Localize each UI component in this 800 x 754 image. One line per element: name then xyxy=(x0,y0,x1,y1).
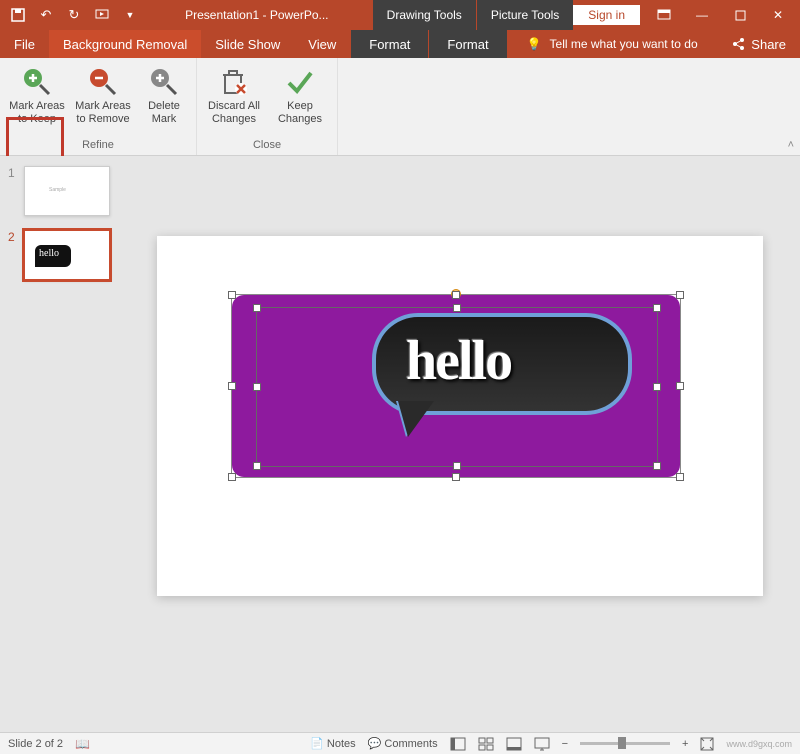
tell-me-label: Tell me what you want to do xyxy=(550,37,698,51)
keep-changes-button[interactable]: Keep Changes xyxy=(271,62,329,139)
slide-counter[interactable]: Slide 2 of 2 xyxy=(8,738,63,750)
crop-handle-tl[interactable] xyxy=(253,304,261,312)
reading-view-icon[interactable] xyxy=(506,737,522,751)
undo-icon[interactable]: ↶ xyxy=(34,3,58,27)
delete-mark-label: Delete Mark xyxy=(140,100,188,126)
zoom-out-button[interactable]: − xyxy=(562,738,568,750)
mark-areas-to-keep-button[interactable]: Mark Areas to Keep xyxy=(8,62,66,139)
watermark: www.d9gxq.com xyxy=(726,739,792,749)
maximize-button[interactable] xyxy=(726,4,754,26)
keep-icon xyxy=(284,66,316,98)
selection-handle-br[interactable] xyxy=(676,473,684,481)
crop-handle-t[interactable] xyxy=(453,304,461,312)
mark-remove-icon xyxy=(87,66,119,98)
picture-tools-header: Picture Tools xyxy=(477,0,573,30)
collapse-ribbon-icon[interactable]: ˄ xyxy=(788,139,794,151)
spellcheck-icon[interactable]: 📖 xyxy=(75,737,90,751)
tab-file[interactable]: File xyxy=(0,30,49,58)
ribbon-tabs: File Background Removal Slide Show View … xyxy=(0,30,800,58)
delete-mark-icon xyxy=(148,66,180,98)
quick-access-toolbar: ↶ ↻ ▼ xyxy=(0,3,142,27)
selection-handle-tr[interactable] xyxy=(676,291,684,299)
selection-handle-t[interactable] xyxy=(452,291,460,299)
mark-remove-label: Mark Areas to Remove xyxy=(74,100,132,126)
selection-handle-b[interactable] xyxy=(452,473,460,481)
tab-background-removal[interactable]: Background Removal xyxy=(49,30,201,58)
close-group-label: Close xyxy=(253,139,281,153)
selection-handle-bl[interactable] xyxy=(228,473,236,481)
start-slideshow-icon[interactable] xyxy=(90,3,114,27)
thumbnail-1[interactable]: 1 Sample xyxy=(8,166,112,216)
picture-selection[interactable]: hello xyxy=(231,294,681,478)
tab-format-drawing[interactable]: Format xyxy=(351,30,428,58)
crop-handle-r[interactable] xyxy=(653,383,661,391)
discard-icon xyxy=(218,66,250,98)
share-icon xyxy=(731,37,745,51)
thumbnail-1-number: 1 xyxy=(8,166,18,216)
slideshow-view-icon[interactable] xyxy=(534,737,550,751)
sign-in-button[interactable]: Sign in xyxy=(573,5,640,25)
workspace: 1 Sample 2 hello hello xyxy=(0,156,800,732)
mark-areas-to-remove-button[interactable]: Mark Areas to Remove xyxy=(74,62,132,139)
selection-handle-tl[interactable] xyxy=(228,291,236,299)
thumbnail-2[interactable]: 2 hello xyxy=(8,230,112,280)
contextual-tab-headers: Drawing Tools Picture Tools xyxy=(372,0,574,30)
selection-handle-r[interactable] xyxy=(676,382,684,390)
ribbon-group-close: Discard All Changes Keep Changes Close xyxy=(197,58,338,155)
status-bar: Slide 2 of 2 📖 📄 Notes 💬 Comments − + ww… xyxy=(0,732,800,754)
tell-me-search[interactable]: 💡 Tell me what you want to do xyxy=(527,30,698,58)
minimize-button[interactable]: — xyxy=(688,4,716,26)
normal-view-icon[interactable] xyxy=(450,737,466,751)
notes-button[interactable]: 📄 Notes xyxy=(310,737,356,750)
window-title: Presentation1 - PowerPo... xyxy=(142,8,372,22)
crop-handle-b[interactable] xyxy=(453,462,461,470)
tab-format-picture[interactable]: Format xyxy=(429,30,506,58)
tab-slide-show[interactable]: Slide Show xyxy=(201,30,294,58)
slide-thumbnails-panel[interactable]: 1 Sample 2 hello xyxy=(0,156,120,732)
crop-handle-tr[interactable] xyxy=(653,304,661,312)
share-button[interactable]: Share xyxy=(717,30,800,58)
slide[interactable]: hello xyxy=(157,236,763,596)
title-bar: ↶ ↻ ▼ Presentation1 - PowerPo... Drawing… xyxy=(0,0,800,30)
mark-keep-icon xyxy=(21,66,53,98)
close-button[interactable]: ✕ xyxy=(764,4,792,26)
ribbon-display-options-icon[interactable] xyxy=(650,4,678,26)
thumbnail-2-preview: hello xyxy=(24,230,110,280)
redo-icon[interactable]: ↻ xyxy=(62,3,86,27)
thumbnail-1-preview: Sample xyxy=(24,166,110,216)
crop-handle-br[interactable] xyxy=(653,462,661,470)
qat-customize-icon[interactable]: ▼ xyxy=(118,3,142,27)
thumbnail-2-number: 2 xyxy=(8,230,18,280)
lightbulb-icon: 💡 xyxy=(527,37,542,51)
crop-marquee[interactable] xyxy=(256,307,658,467)
ribbon: Mark Areas to Keep Mark Areas to Remove … xyxy=(0,58,800,156)
selection-handle-l[interactable] xyxy=(228,382,236,390)
discard-all-changes-button[interactable]: Discard All Changes xyxy=(205,62,263,139)
keep-label: Keep Changes xyxy=(271,100,329,126)
tab-view[interactable]: View xyxy=(294,30,350,58)
crop-handle-bl[interactable] xyxy=(253,462,261,470)
refine-group-label: Refine xyxy=(82,139,114,153)
comments-button[interactable]: 💬 Comments xyxy=(368,737,438,750)
drawing-tools-header: Drawing Tools xyxy=(373,0,476,30)
delete-mark-button[interactable]: Delete Mark xyxy=(140,62,188,139)
save-icon[interactable] xyxy=(6,3,30,27)
mark-keep-label: Mark Areas to Keep xyxy=(8,100,66,126)
share-label: Share xyxy=(751,37,786,52)
slide-sorter-view-icon[interactable] xyxy=(478,737,494,751)
ribbon-group-refine: Mark Areas to Keep Mark Areas to Remove … xyxy=(0,58,197,155)
fit-to-window-icon[interactable] xyxy=(700,737,714,751)
zoom-slider[interactable] xyxy=(580,742,670,745)
zoom-in-button[interactable]: + xyxy=(682,738,688,750)
discard-label: Discard All Changes xyxy=(205,100,263,126)
slide-canvas-area[interactable]: hello xyxy=(120,156,800,732)
crop-handle-l[interactable] xyxy=(253,383,261,391)
